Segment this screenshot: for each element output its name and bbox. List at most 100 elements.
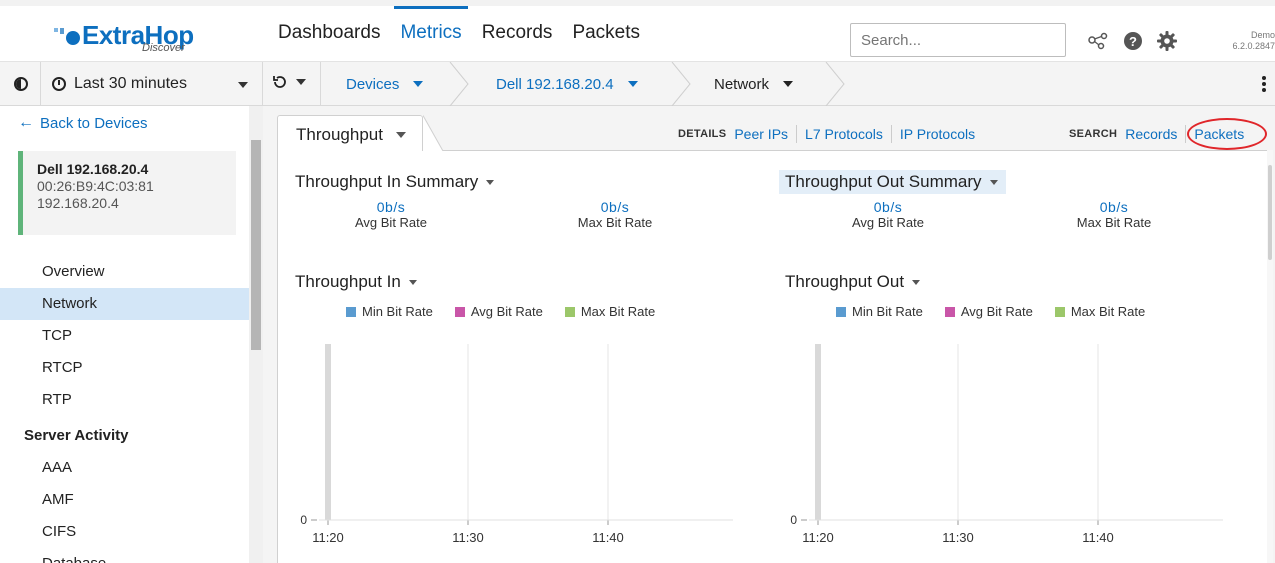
- chevron-down-icon: [238, 82, 248, 88]
- global-toolbar: Last 30 minutes Devices Dell 192.168.20.…: [0, 62, 1275, 106]
- metric-value: 0b/s: [873, 199, 903, 215]
- throughput-in-chart[interactable]: 11:20 11:30 11:40 0: [293, 336, 733, 556]
- nav-packets[interactable]: Packets: [572, 12, 640, 68]
- tab-throughput[interactable]: Throughput: [277, 115, 423, 151]
- history-icon: [273, 76, 286, 88]
- sidebar-item-tcp[interactable]: TCP: [0, 320, 249, 352]
- sidebar-item-database[interactable]: Database: [0, 548, 249, 563]
- version-info[interactable]: Demo 6.2.0.2847: [1226, 30, 1275, 52]
- ip-protocols-link[interactable]: IP Protocols: [900, 126, 975, 142]
- section-title-text: Throughput Out Summary: [785, 172, 982, 191]
- time-range-label: Last 30 minutes: [74, 75, 187, 92]
- top-icon-group: ?: [1088, 30, 1192, 52]
- more-options-icon[interactable]: [1262, 76, 1266, 92]
- main-nav: Dashboards Metrics Records Packets: [278, 6, 660, 68]
- chevron-down-icon: [912, 279, 921, 285]
- metric-label: Avg Bit Rate: [851, 215, 925, 230]
- network-icon[interactable]: [1088, 30, 1110, 52]
- metric-value: 0b/s: [376, 199, 406, 215]
- history-button[interactable]: [272, 74, 306, 90]
- chevron-down-icon: [989, 179, 998, 185]
- version-label: 6.2.0.2847: [1232, 41, 1275, 51]
- sidebar-item-rtcp[interactable]: RTCP: [0, 352, 249, 384]
- back-label: Back to Devices: [40, 114, 148, 132]
- chevron-down-icon: [486, 179, 495, 185]
- nav-records[interactable]: Records: [482, 12, 553, 68]
- sidebar-item-amf[interactable]: AMF: [0, 484, 249, 516]
- metric-max-out[interactable]: 0b/s Max Bit Rate: [1034, 199, 1194, 230]
- section-title-text: Throughput In Summary: [295, 172, 479, 191]
- throughput-in-chart-title[interactable]: Throughput In: [295, 272, 417, 292]
- breadcrumb-network[interactable]: Network: [714, 62, 794, 106]
- chevron-down-icon: [408, 279, 417, 285]
- device-ip: 192.168.20.4: [37, 195, 119, 211]
- global-search-input[interactable]: [850, 23, 1066, 57]
- chart-in-legend: Min Bit Rate Avg Bit Rate Max Bit Rate: [346, 304, 677, 319]
- chevron-down-icon: [783, 81, 794, 87]
- back-to-devices-link[interactable]: ← Back to Devices: [18, 114, 148, 132]
- sidebar-item-network[interactable]: Network: [0, 288, 249, 320]
- x-tick-label: 11:20: [802, 530, 834, 545]
- device-card: Dell 192.168.20.4 00:26:B9:4C:03:81 192.…: [18, 151, 236, 235]
- main-content: Throughput DETAILS Peer IPs L7 Protocols…: [263, 106, 1275, 563]
- metric-value: 0b/s: [1099, 199, 1129, 215]
- chevron-down-icon: [627, 81, 638, 87]
- breadcrumb-devices[interactable]: Devices: [346, 62, 424, 106]
- x-tick-label: 11:30: [452, 530, 484, 545]
- chevron-down-icon: [413, 81, 424, 87]
- sidebar-scrollbar-thumb[interactable]: [251, 140, 261, 350]
- legend-item-min[interactable]: Min Bit Rate: [346, 304, 433, 319]
- sidebar-toggle-icon[interactable]: [14, 77, 28, 91]
- metric-max-in[interactable]: 0b/s Max Bit Rate: [535, 199, 695, 230]
- throughput-out-chart[interactable]: 11:20 11:30 11:40 0: [783, 336, 1223, 556]
- clock-icon: [52, 77, 66, 91]
- sidebar-item-aaa[interactable]: AAA: [0, 452, 249, 484]
- nav-dashboards[interactable]: Dashboards: [278, 12, 380, 68]
- throughput-out-summary-title[interactable]: Throughput Out Summary: [779, 170, 1006, 194]
- search-label: SEARCH: [1069, 128, 1118, 140]
- metric-avg-in[interactable]: 0b/s Avg Bit Rate: [311, 199, 471, 230]
- toolbar-divider: [40, 62, 41, 106]
- legend-item-max[interactable]: Max Bit Rate: [1054, 304, 1145, 319]
- legend-item-avg[interactable]: Avg Bit Rate: [944, 304, 1033, 319]
- y-tick-label: 0: [790, 513, 797, 527]
- metric-label: Max Bit Rate: [1076, 215, 1152, 230]
- x-tick-label: 11:30: [942, 530, 974, 545]
- main-scrollbar-thumb[interactable]: [1268, 165, 1272, 260]
- data-window-start-bar: [815, 344, 821, 520]
- x-tick-label: 11:40: [1082, 530, 1114, 545]
- details-label: DETAILS: [678, 128, 727, 140]
- throughput-out-chart-title[interactable]: Throughput Out: [785, 272, 921, 292]
- breadcrumb-separator-icon: [449, 62, 469, 106]
- device-mac: 00:26:B9:4C:03:81: [37, 178, 154, 194]
- sidebar-item-rtp[interactable]: RTP: [0, 384, 249, 416]
- toolbar-divider: [262, 62, 263, 106]
- section-title-text: Throughput Out: [785, 272, 905, 291]
- sidebar-item-cifs[interactable]: CIFS: [0, 516, 249, 548]
- user-label: Demo: [1250, 30, 1275, 40]
- gear-icon[interactable]: [1156, 30, 1178, 52]
- tab-label: Throughput: [296, 125, 383, 144]
- legend-item-max[interactable]: Max Bit Rate: [564, 304, 655, 319]
- details-links: DETAILS Peer IPs L7 Protocols IP Protoco…: [678, 125, 975, 143]
- l7-protocols-link[interactable]: L7 Protocols: [805, 126, 883, 142]
- metric-label: Avg Bit Rate: [354, 215, 428, 230]
- legend-item-min[interactable]: Min Bit Rate: [836, 304, 923, 319]
- breadcrumb-label: Network: [714, 75, 770, 93]
- breadcrumb-separator-icon: [825, 62, 845, 106]
- metric-avg-out[interactable]: 0b/s Avg Bit Rate: [808, 199, 968, 230]
- peer-ips-link[interactable]: Peer IPs: [734, 126, 788, 142]
- nav-metrics[interactable]: Metrics: [394, 6, 468, 68]
- x-tick-label: 11:40: [592, 530, 624, 545]
- extrahop-logo[interactable]: ExtraHop Discover: [54, 20, 234, 54]
- time-selector[interactable]: Last 30 minutes: [52, 62, 260, 106]
- toolbar-divider: [320, 62, 321, 106]
- legend-item-avg[interactable]: Avg Bit Rate: [454, 304, 543, 319]
- throughput-in-summary-title[interactable]: Throughput In Summary: [295, 172, 495, 192]
- help-icon[interactable]: ?: [1124, 32, 1142, 50]
- records-link[interactable]: Records: [1125, 126, 1177, 142]
- logo-subtitle: Discover: [142, 42, 185, 54]
- sidebar-item-overview[interactable]: Overview: [0, 256, 249, 288]
- breadcrumb-label: Dell 192.168.20.4: [496, 75, 614, 93]
- breadcrumb-device[interactable]: Dell 192.168.20.4: [496, 62, 638, 106]
